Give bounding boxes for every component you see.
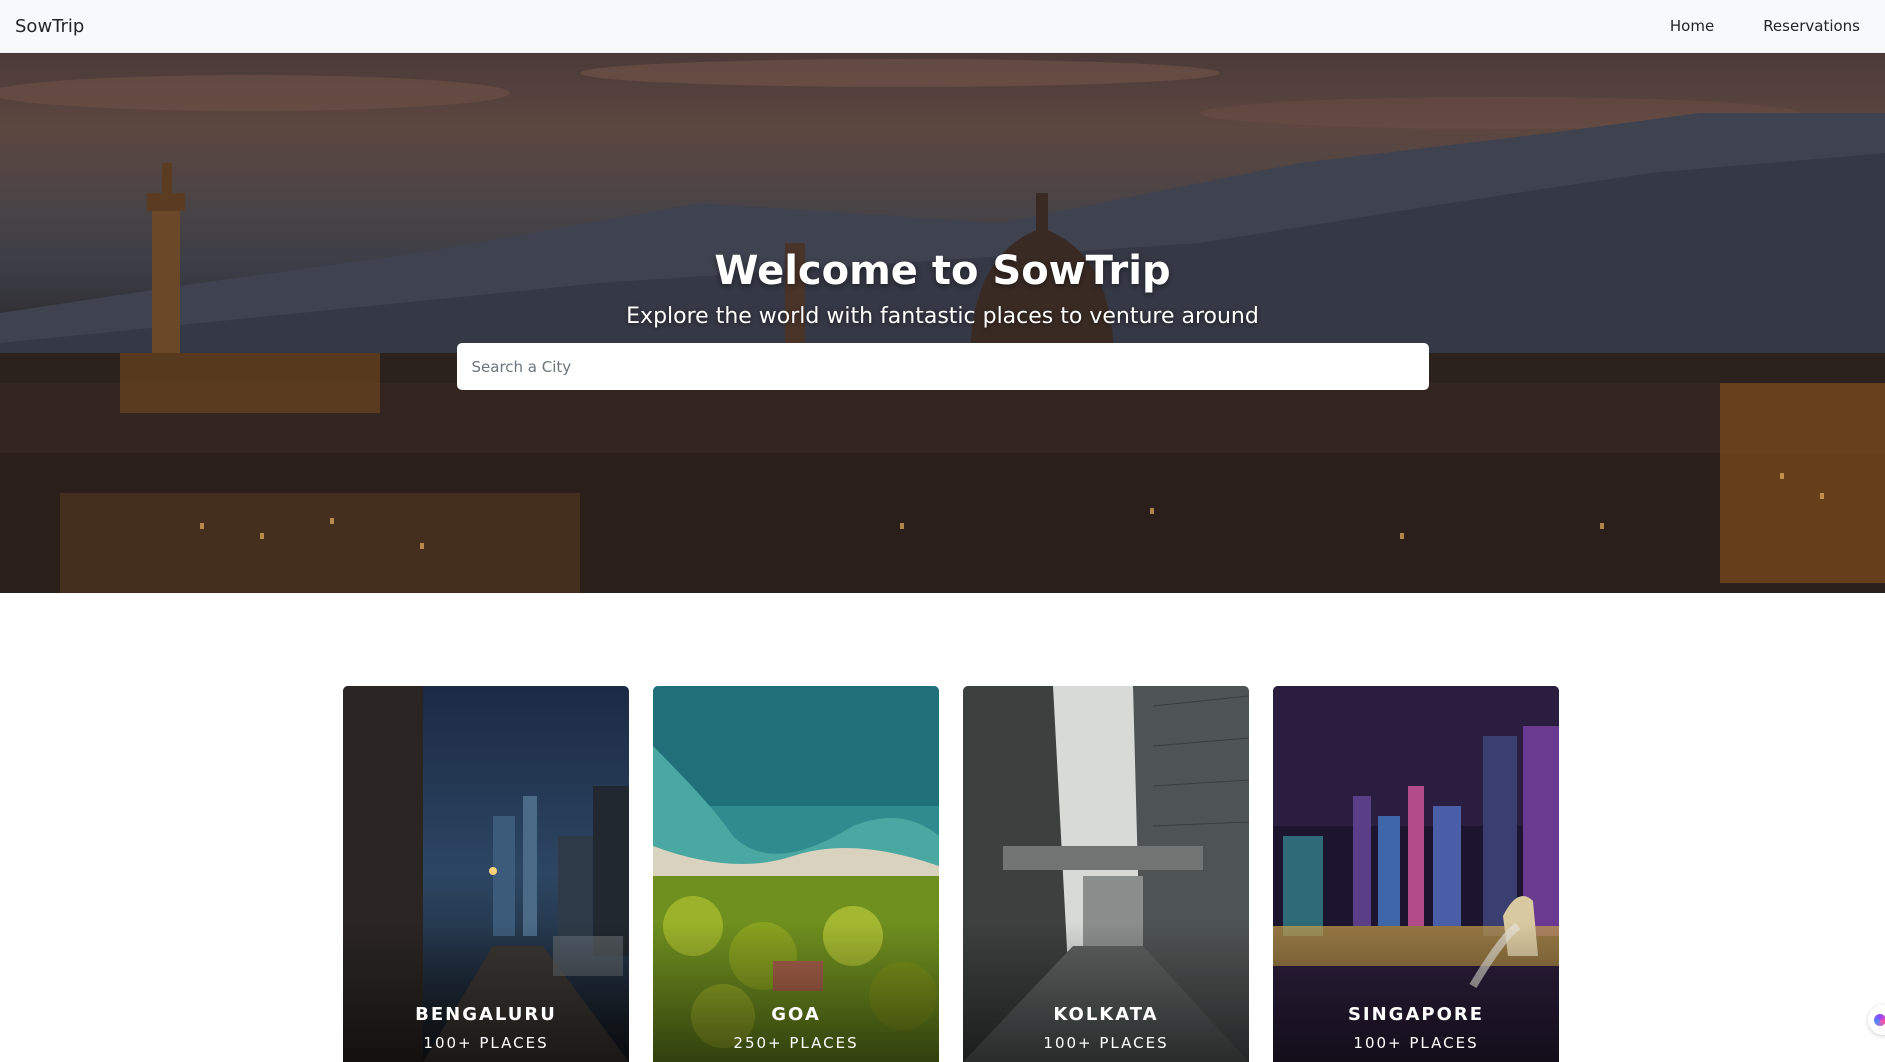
- hero-title: Welcome to SowTrip: [714, 248, 1171, 294]
- city-card-goa[interactable]: GOA 250+ PLACES: [653, 686, 939, 1062]
- city-places-count: 100+ PLACES: [423, 1034, 549, 1052]
- card-caption: KOLKATA 100+ PLACES: [963, 1004, 1249, 1052]
- nav-link-reservations[interactable]: Reservations: [1763, 17, 1860, 35]
- city-places-count: 100+ PLACES: [1043, 1034, 1169, 1052]
- nav-links: Home Reservations: [1670, 17, 1870, 35]
- city-name: BENGALURU: [415, 1004, 557, 1025]
- hero-banner: Welcome to SowTrip Explore the world wit…: [0, 53, 1885, 593]
- city-name: SINGAPORE: [1347, 1004, 1485, 1025]
- hero-subtitle: Explore the world with fantastic places …: [626, 304, 1259, 329]
- navbar: SowTrip Home Reservations: [0, 0, 1885, 53]
- hero-content: Welcome to SowTrip Explore the world wit…: [0, 53, 1885, 593]
- city-places-count: 250+ PLACES: [733, 1034, 859, 1052]
- city-card-kolkata[interactable]: KOLKATA 100+ PLACES: [963, 686, 1249, 1062]
- chat-widget-icon[interactable]: [1868, 1005, 1885, 1035]
- city-places-count: 100+ PLACES: [1353, 1034, 1479, 1052]
- nav-link-home[interactable]: Home: [1670, 17, 1714, 35]
- card-caption: SINGAPORE 100+ PLACES: [1273, 1004, 1559, 1052]
- card-caption: BENGALURU 100+ PLACES: [343, 1004, 629, 1052]
- city-name: KOLKATA: [1053, 1004, 1159, 1025]
- brand-logo[interactable]: SowTrip: [15, 16, 84, 37]
- card-caption: GOA 250+ PLACES: [653, 1004, 939, 1052]
- city-card-bengaluru[interactable]: BENGALURU 100+ PLACES: [343, 686, 629, 1062]
- city-cards: BENGALURU 100+ PLACES GOA 250+ PLACES KO…: [343, 686, 1559, 1062]
- city-name: GOA: [771, 1004, 821, 1025]
- city-search-input[interactable]: [456, 343, 1429, 390]
- city-card-singapore[interactable]: SINGAPORE 100+ PLACES: [1273, 686, 1559, 1062]
